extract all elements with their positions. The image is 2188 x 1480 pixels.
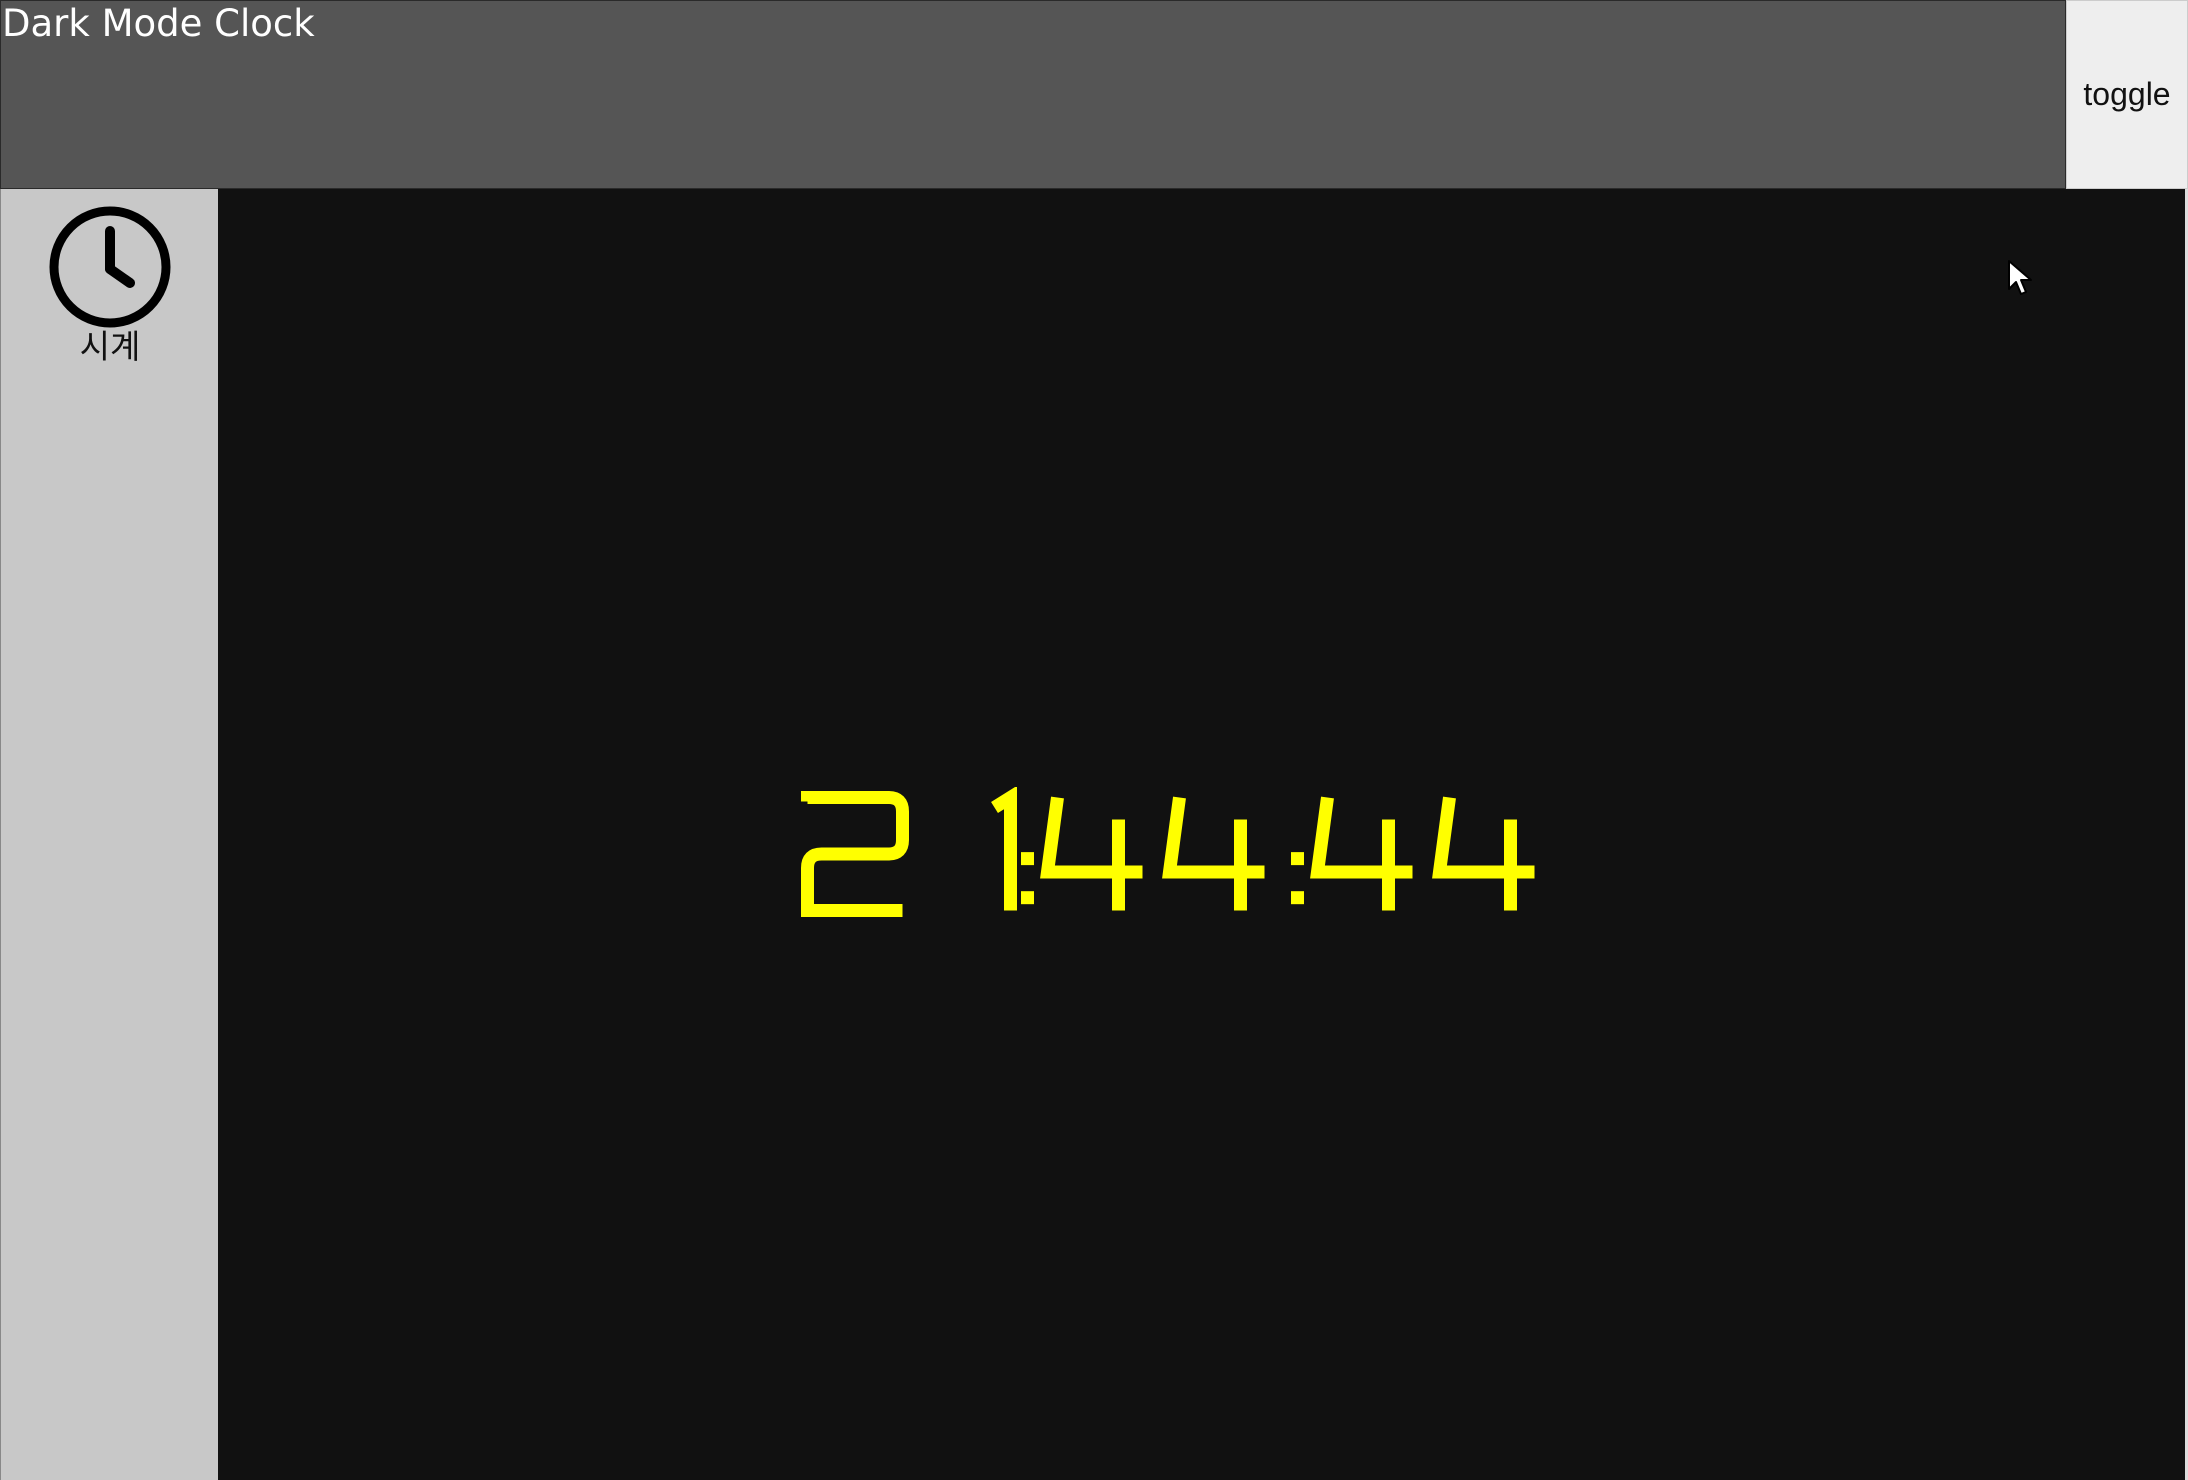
- clock-icon: [49, 206, 171, 328]
- app-window: Dark Mode Clock toggle 시계: [0, 0, 2188, 1480]
- time-display: [801, 787, 1535, 917]
- time-colon-dot: [1291, 852, 1304, 866]
- time-digit-4: [1310, 796, 1413, 911]
- app-title: Dark Mode Clock: [2, 2, 315, 45]
- time-digit-4: [1162, 796, 1265, 911]
- time-digit-4: [1040, 796, 1143, 911]
- sidebar-item-label: 시계: [79, 327, 141, 366]
- time-colon-dot: [1291, 891, 1304, 905]
- sidebar-item-clock[interactable]: 시계: [1, 205, 219, 375]
- mouse-cursor-icon: [2008, 260, 2032, 295]
- toggle-button[interactable]: toggle: [2066, 0, 2188, 189]
- time-digit-4: [1432, 796, 1535, 911]
- time-digit-2: [801, 791, 909, 917]
- main-content: [218, 189, 2188, 1480]
- time-digit-1: [991, 787, 1017, 911]
- title-bar: Dark Mode Clock: [0, 0, 2066, 189]
- toggle-button-label: toggle: [2083, 76, 2171, 112]
- sidebar: 시계: [0, 189, 218, 1480]
- time-colon-dot: [1021, 891, 1034, 905]
- time-colon-dot: [1021, 852, 1034, 866]
